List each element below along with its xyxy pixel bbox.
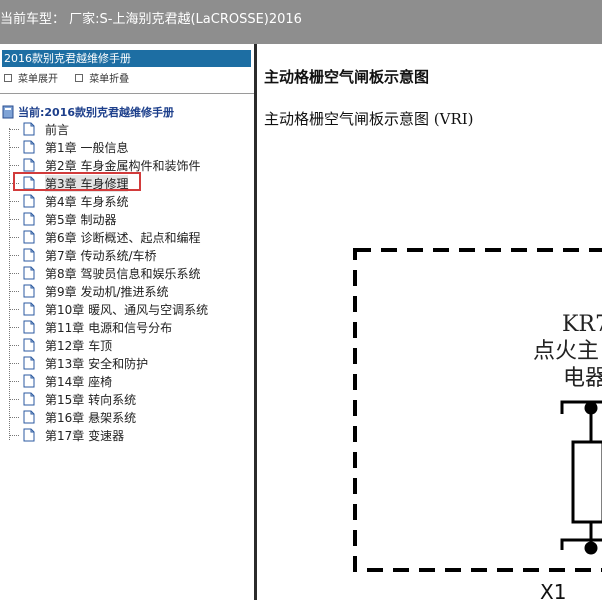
tree-branch-line: [9, 254, 19, 256]
collapse-menu-button[interactable]: 菜单折叠: [71, 70, 129, 85]
document-icon: [23, 392, 35, 406]
tree-item[interactable]: 前言: [6, 120, 69, 138]
manual-title-bar: 2016款别克君越维修手册: [2, 50, 251, 67]
tree-item[interactable]: 第15章 转向系统: [6, 390, 136, 408]
document-icon: [23, 158, 35, 172]
divider: [0, 93, 254, 94]
tree-branch-line: [9, 308, 19, 310]
expand-icon: [4, 73, 12, 82]
manual-book-icon: [2, 105, 14, 119]
tree-item-label: 第2章 车身金属构件和装饰件: [45, 158, 201, 173]
title-bar: 当前车型： 厂家:S-上海别克君越(LaCROSSE)2016: [0, 0, 602, 44]
document-icon: [23, 356, 35, 370]
document-icon: [23, 230, 35, 244]
document-icon: [23, 266, 35, 280]
tree-item[interactable]: 第8章 驾驶员信息和娱乐系统: [6, 264, 200, 282]
schematic-diagram: KR7 点火主 电器 X1: [353, 248, 602, 600]
tree-branch-line: [9, 326, 19, 328]
document-icon: [23, 194, 35, 208]
tree-item-label: 第17章 变速器: [45, 428, 125, 443]
relay-label-line1: 点火主: [533, 339, 599, 364]
tree-branch-line: [9, 416, 19, 418]
relay-switch-symbol: [560, 400, 602, 555]
menu-actions: 菜单展开 菜单折叠: [0, 70, 139, 85]
expand-menu-button[interactable]: 菜单展开: [0, 70, 58, 85]
tree-branch-line: [9, 290, 19, 292]
selection-highlight: [13, 172, 141, 191]
document-icon: [23, 410, 35, 424]
tree-root-label: 当前:2016款别克君越维修手册: [18, 106, 175, 119]
document-icon: [23, 338, 35, 352]
collapse-menu-label: 菜单折叠: [89, 74, 130, 85]
tree-item-label: 第14章 座椅: [45, 374, 113, 389]
document-icon: [23, 302, 35, 316]
tree-item[interactable]: 第17章 变速器: [6, 426, 124, 444]
document-icon: [23, 428, 35, 442]
tree-item-label: 第16章 悬架系统: [45, 410, 137, 425]
tree-item-label: 第1章 一般信息: [45, 140, 129, 155]
tree-item[interactable]: 第5章 制动器: [6, 210, 116, 228]
tree-item-label: 第10章 暖风、通风与空调系统: [45, 302, 209, 317]
tree-item-label: 第7章 传动系统/车桥: [45, 248, 157, 263]
document-icon: [23, 140, 35, 154]
tree-branch-line: [9, 164, 19, 166]
document-icon: [23, 212, 35, 226]
navigation-pane: 2016款别克君越维修手册 菜单展开 菜单折叠 当前:2016款别克君越维修手册…: [0, 44, 254, 600]
tree-item-label: 第4章 车身系统: [45, 194, 129, 209]
tree-branch-line: [9, 380, 19, 382]
tree-item[interactable]: 第10章 暖风、通风与空调系统: [6, 300, 208, 318]
document-icon: [23, 374, 35, 388]
tree-item[interactable]: 第11章 电源和信号分布: [6, 318, 172, 336]
tree-item-label: 第9章 发动机/推进系统: [45, 284, 169, 299]
tree-branch-line: [9, 218, 19, 220]
tree-item-label: 第15章 转向系统: [45, 392, 137, 407]
tree-branch-line: [9, 236, 19, 238]
tree-item-label: 第13章 安全和防护: [45, 356, 149, 371]
tree-item[interactable]: 第6章 诊断概述、起点和编程: [6, 228, 200, 246]
tree-item[interactable]: 第13章 安全和防护: [6, 354, 148, 372]
relay-label-line2: 电器: [563, 366, 602, 391]
tree-item[interactable]: 第14章 座椅: [6, 372, 112, 390]
tree-branch-line: [9, 200, 19, 202]
tree-item-label: 第12章 车顶: [45, 338, 113, 353]
tree-root[interactable]: 当前:2016款别克君越维修手册: [2, 104, 174, 120]
tree-branch-line: [9, 272, 19, 274]
connector-label: X1: [540, 580, 566, 600]
tree-item[interactable]: 第9章 发动机/推进系统: [6, 282, 169, 300]
tree-item[interactable]: 第12章 车顶: [6, 336, 112, 354]
tree-item-label: 第6章 诊断概述、起点和编程: [45, 230, 201, 245]
vehicle-model-label: 当前车型： 厂家:S-上海别克君越(LaCROSSE)2016: [0, 12, 302, 27]
tree-item[interactable]: 第1章 一般信息: [6, 138, 128, 156]
tree-item[interactable]: 第16章 悬架系统: [6, 408, 136, 426]
tree-branch-line: [9, 362, 19, 364]
tree-branch-line: [9, 344, 19, 346]
tree-item[interactable]: 第7章 传动系统/车桥: [6, 246, 157, 264]
content-pane: 主动格栅空气闸板示意图 主动格栅空气闸板示意图 (VRI) KR7 点火主 电器…: [257, 44, 602, 600]
relay-code-text: KR7: [562, 312, 602, 337]
tree-item[interactable]: 第4章 车身系统: [6, 192, 128, 210]
expand-menu-label: 菜单展开: [18, 74, 58, 85]
tree-branch-line: [9, 128, 19, 130]
tree-item-label: 前言: [45, 122, 70, 137]
collapse-icon: [75, 73, 84, 82]
document-icon: [23, 320, 35, 334]
tree-item-label: 第11章 电源和信号分布: [45, 320, 173, 335]
tree-branch-line: [9, 146, 19, 148]
document-icon: [23, 122, 35, 136]
document-icon: [23, 248, 35, 262]
tree-branch-line: [9, 434, 19, 436]
document-icon: [23, 284, 35, 298]
tree-branch-line: [9, 398, 19, 400]
tree-item-label: 第5章 制动器: [45, 212, 117, 227]
tree-item-label: 第8章 驾驶员信息和娱乐系统: [45, 266, 201, 281]
